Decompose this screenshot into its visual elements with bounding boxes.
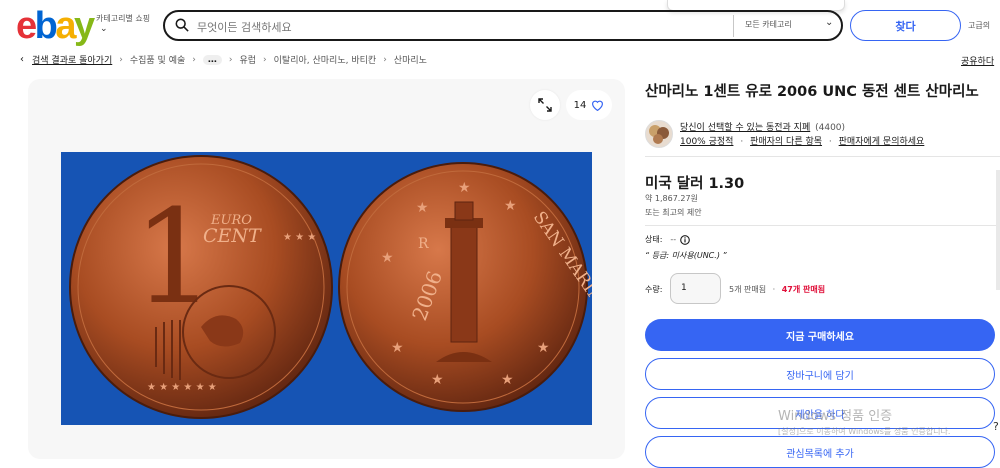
breadcrumb-separator: ›	[192, 54, 196, 65]
share-link[interactable]: 공유하다	[961, 54, 994, 67]
expand-icon	[538, 98, 552, 112]
condition-row: 상태: --	[645, 234, 691, 245]
search-button[interactable]: 찾다	[850, 10, 961, 41]
condition-value-wrap: --	[670, 234, 691, 245]
scrollbar-track[interactable]	[996, 170, 1000, 290]
search-divider	[733, 15, 734, 37]
separator-dot: ·	[740, 137, 744, 147]
seller-avatar[interactable]	[645, 120, 673, 148]
coin-digit: 1	[133, 181, 216, 333]
svg-text:★: ★	[431, 372, 444, 388]
logo-letter-y: y	[74, 5, 95, 47]
svg-text:★ ★ ★: ★ ★ ★	[283, 232, 316, 243]
svg-text:★: ★	[537, 340, 550, 356]
seller-name-link[interactable]: 당신이 선택할 수 있는 동전과 지폐	[680, 123, 810, 133]
svg-text:★: ★	[381, 250, 394, 266]
breadcrumb-item[interactable]: 산마리노	[394, 53, 427, 66]
quantity-sold-a: 5개 판매됨	[729, 285, 767, 294]
advanced-search-link[interactable]: 고급의	[968, 20, 990, 31]
info-icon[interactable]	[680, 234, 691, 245]
ebay-logo[interactable]: ebay	[16, 5, 95, 47]
windows-activation-note: [설정]으로 이동하여 Windows를 정품 인증합니다.	[778, 427, 951, 436]
logo-letter-a: a	[55, 5, 76, 47]
quantity-label: 수량:	[645, 285, 663, 294]
chevron-down-icon: ⌄	[100, 24, 108, 34]
breadcrumb-more-button[interactable]: …	[202, 54, 222, 65]
seller-other-items-link[interactable]: 판매자의 다른 항목	[750, 137, 822, 147]
chevron-left-icon: ‹	[20, 54, 24, 65]
back-to-results-link[interactable]: 검색 결과로 돌아가기	[32, 53, 112, 66]
svg-text:★ ★ ★ ★ ★ ★: ★ ★ ★ ★ ★ ★	[147, 382, 217, 393]
contact-seller-link[interactable]: 판매자에게 문의하세요	[839, 137, 925, 147]
quantity-sold-b: 47개 판매됨	[781, 285, 826, 294]
breadcrumb-item[interactable]: 수집품 및 예술	[130, 53, 185, 66]
separator-dot: ·	[828, 137, 832, 147]
coin-mint-mark: R	[418, 236, 429, 252]
breadcrumb: ‹ 검색 결과로 돌아가기 › 수집품 및 예술 › … › 유럽 › 이탈리아…	[20, 53, 427, 66]
shop-by-category-button[interactable]: 카테고리별 쇼핑 ⌄	[96, 14, 150, 34]
watch-count-button[interactable]: 14	[566, 90, 612, 120]
expand-image-button[interactable]	[530, 90, 560, 120]
coin-obverse: 1 EURO CENT ★ ★ ★ ★ ★ ★ ★ ★ ★	[69, 155, 333, 419]
buy-it-now-button[interactable]: 지금 구매하세요	[645, 319, 995, 351]
condition-label: 상태:	[645, 235, 663, 244]
svg-text:★: ★	[391, 340, 404, 356]
svg-text:★: ★	[504, 198, 517, 214]
availability: 5개 판매됨 · 47개 판매됨	[729, 284, 825, 295]
svg-text:★: ★	[458, 180, 471, 196]
breadcrumb-separator: ›	[263, 54, 267, 65]
breadcrumb-item[interactable]: 이탈리아, 산마리노, 바티칸	[274, 53, 377, 66]
logo-letter-e: e	[16, 5, 37, 47]
svg-text:★: ★	[501, 372, 514, 388]
search-input[interactable]	[195, 16, 719, 38]
breadcrumb-separator: ›	[228, 54, 233, 65]
shop-by-category-label: 카테고리별 쇼핑	[96, 14, 151, 23]
breadcrumb-separator: ›	[119, 54, 123, 65]
coin-stack-icon	[649, 125, 669, 144]
condition-value: --	[670, 235, 677, 244]
separator-dot: ·	[772, 285, 776, 294]
category-select[interactable]: 모든 카테고리	[745, 19, 792, 30]
breadcrumb-separator: ›	[383, 54, 387, 65]
seller-meta: 100% 긍정적 · 판매자의 다른 항목 · 판매자에게 문의하세요	[680, 134, 924, 147]
best-offer-note: 또는 최고의 제안	[645, 208, 702, 217]
logo-letter-b: b	[34, 5, 58, 47]
breadcrumb-item[interactable]: 유럽	[239, 53, 256, 66]
svg-text:★: ★	[416, 200, 429, 216]
help-icon[interactable]: ?	[993, 420, 999, 433]
search-icon	[175, 18, 189, 32]
windows-activation-title: Windows 정품 인증	[778, 409, 893, 424]
watch-count: 14	[573, 99, 587, 111]
quantity-input[interactable]: 1	[670, 273, 721, 304]
coin-photo-illustration: 1 EURO CENT ★ ★ ★ ★ ★ ★ ★ ★ ★ 2006 SAN M…	[69, 155, 615, 419]
positive-feedback-link[interactable]: 100% 긍정적	[680, 137, 733, 147]
item-photo[interactable]: 1 EURO CENT ★ ★ ★ ★ ★ ★ ★ ★ ★ 2006 SAN M…	[61, 152, 615, 425]
item-title: 산마리노 1센트 유로 2006 UNC 동전 센트 산마리노	[645, 84, 979, 100]
divider	[645, 225, 1000, 226]
seller-name-row: 당신이 선택할 수 있는 동전과 지폐 (4400)	[680, 120, 845, 133]
coin-reverse: 2006 SAN MARINO R ★★★ ★★★ ★★	[338, 162, 615, 412]
chevron-down-icon: ⌄	[825, 17, 834, 28]
coin-cent-label: CENT	[203, 225, 262, 247]
add-to-watchlist-button[interactable]: 관심목록에 추가	[645, 436, 995, 468]
divider	[645, 156, 1000, 157]
item-price: 미국 달러 1.30	[645, 176, 745, 192]
heart-icon	[592, 100, 604, 111]
seller-grade-note: “ 등급: 미사용(UNC.) ”	[645, 251, 727, 260]
add-to-cart-button[interactable]: 장바구니에 담기	[645, 358, 995, 390]
approx-price: 약 1,867.27원	[645, 194, 698, 203]
seller-feedback-count: (4400)	[815, 123, 846, 133]
search-bar[interactable]: 모든 카테고리 ⌄	[163, 10, 843, 41]
